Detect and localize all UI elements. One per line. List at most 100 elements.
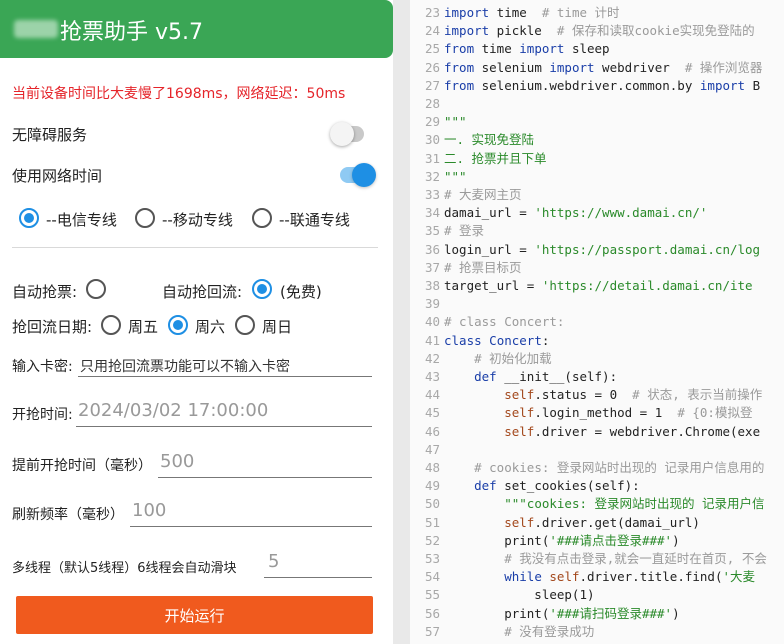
app-title: 抢票助手 v5.7 — [60, 20, 204, 45]
code-token: self — [504, 514, 535, 530]
radio-unicom-line[interactable] — [252, 208, 272, 228]
toggle-knob — [352, 163, 376, 187]
radio-mobile-line[interactable] — [135, 208, 155, 228]
code-token: .driver = webdriver.Chrome(exe — [534, 423, 761, 439]
start-time-input[interactable]: 2024/03/02 17:00:00 — [78, 400, 268, 421]
line-number: 43 — [424, 369, 440, 384]
code-token: # 初始化加载 — [474, 350, 552, 366]
start-time-underline — [76, 426, 372, 427]
line-number: 46 — [424, 423, 440, 439]
threads-input[interactable]: 5 — [268, 551, 279, 572]
code-token: B — [745, 77, 761, 93]
mobile-line-label: --移动专线 — [162, 211, 233, 229]
radio-auto-grab[interactable] — [86, 279, 106, 299]
radio-saturday[interactable] — [168, 315, 188, 335]
start-run-button[interactable]: 开始运行 — [16, 596, 373, 634]
code-token: : — [541, 332, 550, 348]
code-line: 44 self.status = 0 # 状态, 表示当前操作 — [410, 386, 762, 404]
code-token: self — [504, 405, 535, 421]
code-line: 32 """ — [410, 168, 467, 186]
code-line: 56 print('###请扫码登录###') — [410, 605, 680, 623]
auto-grab-label: 自动抢票: — [12, 283, 78, 301]
code-line: 49 def set_cookies(self): — [410, 477, 640, 495]
code-token: from — [444, 77, 475, 93]
toggle-knob — [330, 122, 354, 146]
code-line: 47 — [410, 441, 444, 459]
line-number: 52 — [424, 532, 440, 548]
sunday-label: 周日 — [262, 318, 293, 336]
line-number: 38 — [424, 278, 440, 293]
code-line: 57 # 没有登录成功 — [410, 623, 594, 641]
accessibility-label: 无障碍服务 — [12, 126, 88, 144]
code-token: .driver.title.find( — [579, 569, 723, 585]
line-number: 40 — [424, 314, 440, 330]
accessibility-toggle[interactable] — [330, 122, 364, 146]
start-time-label: 开抢时间: — [12, 407, 73, 423]
code-line: 36 login_url = 'https://passport.damai.cn… — [410, 241, 760, 259]
code-line: 45 self.login_method = 1 # {0:模拟登 — [410, 404, 753, 422]
code-line: 30 一. 实现免登陆 — [410, 131, 534, 149]
ticket-helper-app: 抢票助手 v5.7 当前设备时间比大麦慢了1698ms，网络延迟：50ms 无障… — [0, 0, 393, 644]
line-number: 31 — [424, 150, 440, 166]
code-token: """cookies: 登录网站时出现的 记录用户信 — [504, 496, 765, 512]
code-token: import — [699, 77, 746, 93]
code-line: 46 self.driver = webdriver.Chrome(exe — [410, 423, 760, 441]
code-token: # 没有登录成功 — [504, 623, 595, 639]
line-number: 44 — [424, 387, 440, 403]
code-line: 28 — [410, 95, 444, 113]
card-key-underline — [78, 376, 372, 377]
radio-friday[interactable] — [101, 315, 121, 335]
network-time-toggle[interactable] — [340, 163, 376, 187]
line-number: 24 — [424, 23, 440, 39]
card-key-input[interactable]: 只用抢回流票功能可以不输入卡密 — [80, 356, 290, 376]
unicom-line-label: --联通专线 — [279, 211, 350, 229]
line-number: 49 — [424, 478, 440, 494]
code-token: # cookies: 登录网站时出现的 记录用户信息用的 — [474, 460, 765, 475]
line-number: 36 — [424, 241, 440, 257]
radio-telecom-line[interactable] — [19, 208, 39, 228]
code-line: 55 sleep(1) — [410, 586, 595, 604]
code-line: 37 # 抢票目标页 — [410, 259, 522, 277]
code-token: # 操作浏览器 — [684, 59, 763, 75]
code-token: time — [474, 41, 520, 57]
code-line: 26 from selenium import webdriver # 操作浏览器 — [410, 59, 762, 77]
refresh-rate-input[interactable]: 100 — [132, 500, 166, 521]
auto-return-label: 自动抢回流: — [162, 283, 243, 301]
line-number: 34 — [424, 205, 440, 221]
code-token: # 保存和读取cookie实现免登陆的 — [556, 23, 755, 39]
saturday-label: 周六 — [195, 318, 226, 336]
code-token: # class Concert: — [444, 314, 565, 330]
code-token: damai_url = — [444, 205, 535, 221]
code-token: self — [504, 423, 535, 439]
code-line: 53 # 我没有点击登录,就会一直延时在首页, 不会 — [410, 550, 767, 568]
code-line: 41 class Concert: — [410, 332, 549, 350]
line-number: 41 — [424, 332, 440, 348]
advance-time-input[interactable]: 500 — [160, 451, 194, 472]
code-token: '###请点击登录###' — [549, 532, 673, 548]
line-number: 28 — [424, 96, 440, 111]
code-token: # 抢票目标页 — [444, 259, 522, 275]
code-token: sleep — [564, 41, 610, 57]
app-header: 抢票助手 v5.7 — [0, 0, 393, 58]
code-token: def — [474, 478, 497, 494]
code-token: set_cookies(self): — [496, 478, 640, 494]
code-token: import — [549, 59, 595, 75]
code-token: sleep(1) — [444, 587, 595, 603]
code-token: # 登录 — [444, 223, 485, 239]
line-number: 27 — [424, 77, 440, 93]
friday-label: 周五 — [128, 318, 159, 336]
line-number: 25 — [424, 41, 440, 57]
code-line: 27 from selenium.webdriver.common.by impo… — [410, 77, 760, 95]
refresh-rate-underline — [130, 526, 372, 527]
code-token: selenium — [474, 59, 550, 75]
radio-auto-return[interactable] — [252, 279, 272, 299]
radio-sunday[interactable] — [235, 315, 255, 335]
code-line: 23 import time # time 计时 — [410, 4, 620, 22]
